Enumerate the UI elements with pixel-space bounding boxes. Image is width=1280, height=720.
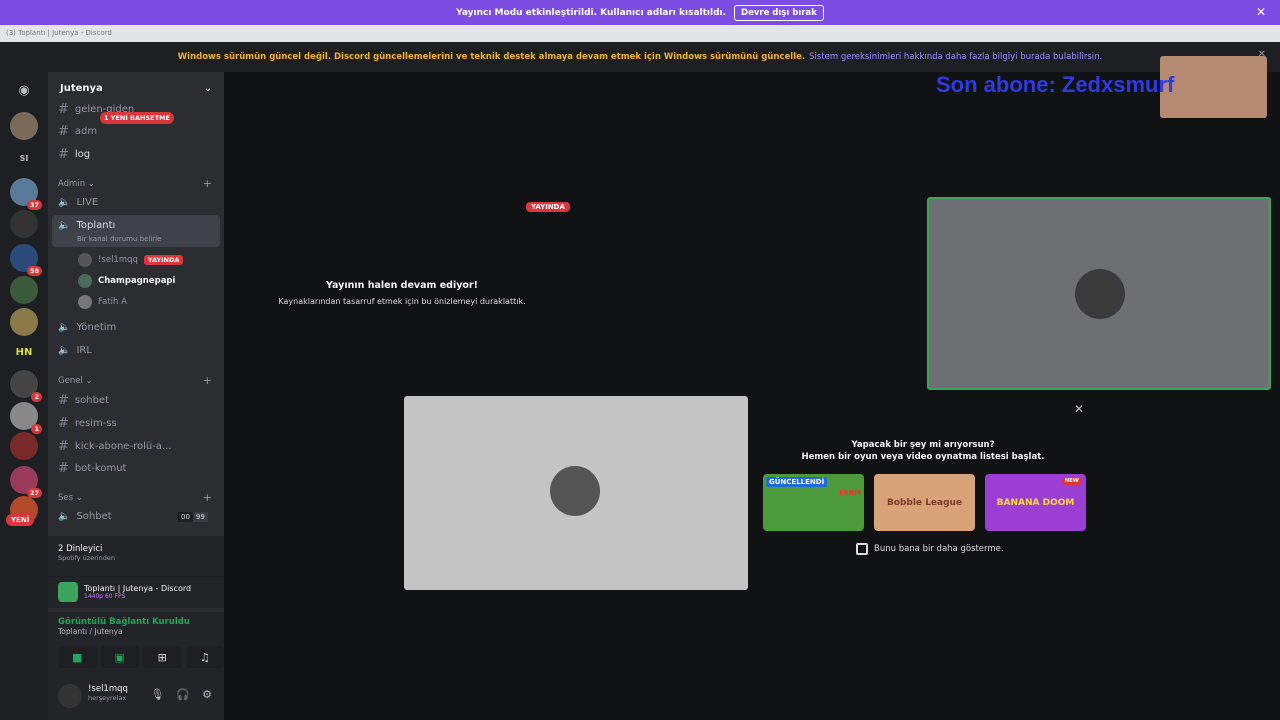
mention-badge[interactable]: 1 YENİ BAHSETME [100, 112, 174, 124]
streamer-mode-banner: Yayıncı Modu etkinleştirildi. Kullanıcı … [0, 0, 1280, 25]
camera-icon: ■ [72, 650, 83, 664]
voice-channel-yonetim[interactable]: 🔈 Yönetim [58, 322, 116, 333]
voice-channel-live[interactable]: 🔈 LIVE [58, 197, 98, 208]
hash-icon: # [58, 102, 69, 117]
add-channel-icon[interactable]: + [203, 491, 212, 504]
server-name: Jutenya [60, 82, 103, 94]
category-genel[interactable]: Genel ⌄ [58, 376, 93, 386]
hash-icon: # [58, 124, 69, 139]
warning-text: Windows sürümün güncel değil. Discord gü… [177, 52, 806, 62]
window-titlebar: (3) Toplantı | Jutenya - Discord [0, 25, 1280, 42]
new-badge[interactable]: YENİ [6, 514, 35, 526]
headphones-icon[interactable]: 🎧 [176, 688, 190, 701]
microphone-icon[interactable]: 🎙 [150, 688, 164, 701]
category-admin[interactable]: Admin ⌄ [58, 179, 95, 189]
game-card[interactable]: GÜNCELLENDİ FARM [763, 474, 864, 531]
voice-channel-irl[interactable]: 🔈 IRL [58, 345, 92, 356]
speaker-icon: 🔈 [58, 220, 71, 231]
stream-area: Son abone: Zedxsmurf YAYINDA Yayının hal… [224, 56, 1280, 720]
game-card[interactable]: BANANA DOOM NEW [985, 474, 1086, 531]
hash-icon: # [58, 416, 69, 431]
banner-text: Yayıncı Modu etkinleştirildi. Kullanıcı … [456, 7, 727, 18]
activity-suggestions: ✕ Yapacak bir şey mi arıyorsun? Hemen bi… [752, 396, 1094, 590]
chevron-down-icon: ⌄ [203, 82, 212, 94]
hash-icon: # [58, 461, 69, 476]
close-icon[interactable]: ✕ [1256, 5, 1266, 19]
server-list: ◉ SI 37 58 HN 2 1 27 YENİ [0, 72, 48, 720]
speaker-icon: 🔈 [58, 511, 71, 522]
server-icon[interactable]: 37 [10, 178, 42, 210]
discord-home-icon[interactable]: ◉ [10, 76, 38, 104]
server-icon[interactable]: 58 [10, 244, 42, 276]
hash-icon: # [58, 393, 69, 408]
user-limit: 00 99 [178, 512, 208, 522]
gamepad-icon: ⊞ [157, 650, 167, 664]
server-icon[interactable] [10, 276, 38, 304]
participant-tile[interactable] [927, 197, 1271, 390]
windows-warning-bar: Windows sürümün güncel değil. Discord gü… [0, 42, 1280, 72]
avatar [78, 253, 92, 267]
disable-streamer-mode-button[interactable]: Devre dışı bırak [734, 4, 824, 21]
game-card[interactable]: Bobble League [874, 474, 975, 531]
channel-sidebar: Jutenya ⌄ # gelen-giden 1 YENİ BAHSETME #… [48, 72, 224, 720]
server-icon[interactable] [10, 432, 38, 460]
voice-channel-toplanti[interactable]: 🔈 Toplantı [58, 220, 115, 231]
hash-icon: # [58, 147, 69, 162]
avatar [550, 466, 600, 516]
server-header[interactable]: Jutenya ⌄ [48, 72, 224, 104]
channel-kick-abone[interactable]: # kick-abone-rolü-a... [58, 439, 171, 454]
screen-share-button[interactable]: ▣ [100, 646, 139, 668]
voice-user[interactable]: Champagnepapi [78, 274, 175, 288]
screen-share-icon [58, 582, 78, 602]
server-icon[interactable]: 1 [10, 402, 42, 434]
stream-panel[interactable]: Toplantı | Jutenya - Discord 1440p 60 FP… [48, 576, 224, 608]
voice-channel-sohbet[interactable]: 🔈 Sohbet [58, 511, 112, 522]
speaker-icon: 🔈 [58, 197, 71, 208]
dont-show-again-checkbox[interactable]: Bunu bana bir daha gösterme. [856, 543, 1004, 555]
server-icon[interactable]: SI [10, 144, 38, 172]
category-ses[interactable]: Ses ⌄ [58, 493, 83, 503]
avatar [78, 295, 92, 309]
speaker-icon: 🔈 [58, 322, 71, 333]
gear-icon[interactable]: ⚙ [202, 688, 212, 701]
server-icon[interactable] [10, 112, 38, 140]
channel-bot-komut[interactable]: # bot-komut [58, 461, 126, 476]
server-icon[interactable] [10, 308, 38, 336]
channel-resim-ss[interactable]: # resim-ss [58, 416, 117, 431]
channel-status[interactable]: Bir kanal durumu belirle [77, 235, 161, 243]
voice-connection-panel: Görüntülü Bağlantı Kuruldu Toplantı / Ju… [48, 612, 224, 676]
channel-adm[interactable]: # adm [58, 124, 97, 139]
voice-user[interactable]: !sel1mqq YAYINDA [78, 253, 184, 267]
hash-icon: # [58, 439, 69, 454]
soundboard-icon: ♫ [199, 650, 210, 664]
last-subscriber-overlay: Son abone: Zedxsmurf [936, 72, 1175, 97]
participant-tile[interactable] [404, 396, 748, 590]
avatar [1075, 269, 1125, 319]
close-icon[interactable]: ✕ [1074, 402, 1084, 416]
paused-preview: Yayının halen devam ediyor! Kaynaklarınd… [278, 280, 526, 306]
avatar [78, 274, 92, 288]
soundboard-button[interactable]: ♫ [185, 646, 224, 668]
spotify-listeners[interactable]: 2 Dinleyici Spotify üzerinden [48, 536, 224, 576]
checkbox-icon [856, 543, 868, 555]
channel-log[interactable]: # log [58, 147, 90, 162]
voice-user[interactable]: Fatih A [78, 295, 127, 309]
add-channel-icon[interactable]: + [203, 177, 212, 190]
add-channel-icon[interactable]: + [203, 374, 212, 387]
screen-icon: ▣ [114, 650, 125, 664]
avatar[interactable] [58, 684, 82, 708]
warning-link[interactable]: Sistem gereksinimleri hakkında daha fazl… [809, 52, 1102, 62]
activity-button[interactable]: ⊞ [143, 646, 182, 668]
streamer-webcam [1160, 56, 1267, 118]
server-icon[interactable] [10, 210, 38, 238]
speaker-icon: 🔈 [58, 345, 71, 356]
server-icon[interactable]: 2 [10, 370, 42, 402]
server-icon[interactable]: HN [10, 338, 38, 366]
channel-sohbet[interactable]: # sohbet [58, 393, 109, 408]
user-panel: !sel1mqq herşeyrelax 🎙 🎧 ⚙ [48, 676, 224, 720]
server-icon[interactable]: 27 [10, 466, 42, 498]
live-badge: YAYINDA [143, 255, 184, 265]
camera-button[interactable]: ■ [58, 646, 97, 668]
